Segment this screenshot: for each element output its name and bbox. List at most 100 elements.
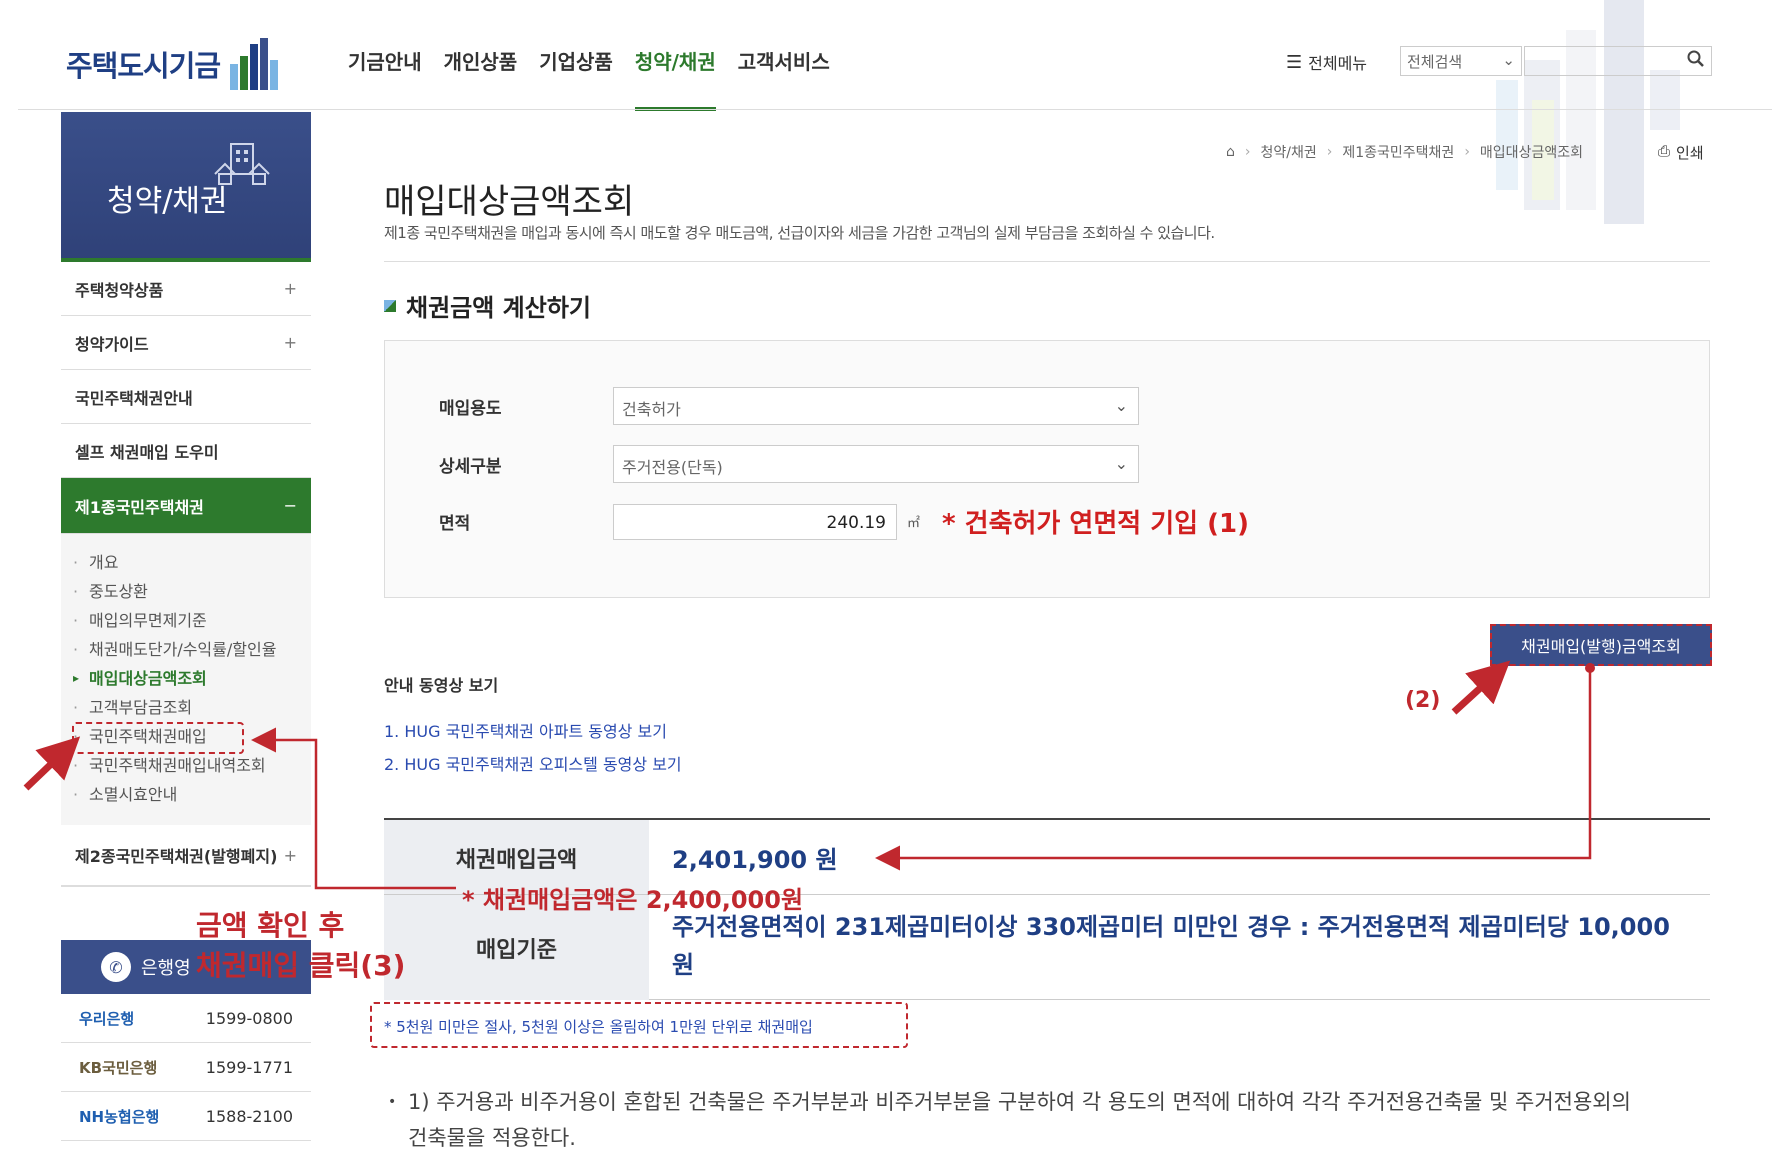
logo-mark-icon	[230, 38, 288, 90]
page-description: 제1종 국민주택채권을 매입과 동시에 즉시 매도할 경우 매도금액, 선급이자…	[384, 224, 1215, 242]
area-unit: ㎡	[907, 516, 921, 531]
basis-label: 매입기준	[476, 938, 557, 963]
hamburger-icon: ☰	[1286, 51, 1303, 73]
breadcrumb-item[interactable]: 제1종국민주택채권	[1342, 142, 1454, 162]
bank-phone: 1599-0800	[205, 1008, 293, 1028]
printer-icon: ⎙	[1658, 142, 1671, 160]
sidebar-item-subscription-guide[interactable]: 청약가이드 +	[61, 316, 311, 370]
woori-bank-logo: 우리은행	[79, 1009, 135, 1028]
all-menu-label: 전체메뉴	[1308, 54, 1368, 73]
bank-phone: 1588-2100	[205, 1106, 293, 1126]
sidebar-item-type1-bond[interactable]: 제1종국민주택채권 −	[61, 478, 311, 534]
annotation-area-note: * 건축허가 연면적 기입 (1)	[942, 509, 1249, 539]
section-title: 채권금액 계산하기	[384, 288, 591, 323]
search-icon[interactable]	[1687, 50, 1705, 72]
print-button[interactable]: ⎙ 인쇄	[1658, 142, 1704, 163]
sidebar-item-label: 제1종국민주택채권	[75, 497, 204, 517]
expand-icon[interactable]: +	[284, 846, 297, 865]
sidebar-menu: 주택청약상품 + 청약가이드 + 국민주택채권안내 셀프 채권매입 도우미 제1…	[61, 262, 311, 887]
kb-bank-logo: KB국민은행	[79, 1058, 158, 1077]
form-row-detail: 상세구분 주거전용(단독) ⌄	[439, 445, 1139, 483]
nav-corporate-products[interactable]: 기업상품	[539, 46, 613, 111]
video-link-apartment[interactable]: 1. HUG 국민주택채권 아파트 동영상 보기	[384, 718, 667, 742]
bank-contacts-title: 은행영	[141, 958, 191, 979]
sidebar-item-type2-bond[interactable]: 제2종국민주택채권(발행폐지) +	[61, 825, 311, 887]
nh-bank-logo: NH농협은행	[79, 1107, 160, 1126]
chevron-down-icon: ⌄	[1114, 396, 1128, 415]
search-scope-value: 전체검색	[1407, 53, 1463, 71]
submenu-item-overview[interactable]: 개요	[73, 548, 311, 577]
logo-text: 주택도시기금	[66, 49, 221, 83]
bank-phone: 1599-1771	[205, 1057, 293, 1077]
main-nav: 기금안내 개인상품 기업상품 청약/채권 고객서비스	[348, 46, 830, 111]
home-icon[interactable]: ⌂	[1226, 144, 1235, 160]
purpose-select[interactable]: 건축허가 ⌄	[613, 387, 1139, 425]
sidebar-submenu: 개요 중도상환 매입의무면제기준 채권매도단가/수익률/할인율 매입대상금액조회…	[61, 534, 311, 825]
form-row-purpose: 매입용도 건축허가 ⌄	[439, 387, 1139, 425]
submenu-item-purchase-amount-inquiry[interactable]: 매입대상금액조회	[73, 664, 311, 693]
site-logo[interactable]: 주택도시기금	[66, 38, 288, 90]
sidebar-item-housing-subscription[interactable]: 주택청약상품 +	[61, 262, 311, 316]
sidebar-item-label: 셀프 채권매입 도우미	[75, 442, 219, 462]
sidebar-item-label: 청약가이드	[75, 334, 149, 354]
video-guide-title: 안내 동영상 보기	[384, 676, 499, 695]
title-divider	[384, 261, 1710, 262]
nav-customer-service[interactable]: 고객서비스	[738, 46, 830, 111]
header-decoration	[1496, 0, 1686, 224]
sidebar-item-label: 제2종국민주택채권(발행폐지)	[75, 847, 278, 866]
chevron-down-icon: ⌄	[1502, 51, 1515, 69]
annotation-amount-note: * 채권매입금액은 2,400,000원	[462, 886, 804, 914]
amount-label: 채권매입금액	[455, 848, 578, 873]
collapse-icon[interactable]: −	[284, 496, 297, 515]
sidebar-banner: 청약/채권	[61, 112, 311, 262]
video-link-officetel[interactable]: 2. HUG 국민주택채권 오피스텔 동영상 보기	[384, 751, 682, 775]
annotation-step-3-line2: 채권매입 클릭(3)	[196, 949, 406, 982]
section-bullet-icon	[384, 299, 396, 312]
calc-form: 매입용도 건축허가 ⌄ 상세구분 주거전용(단독) ⌄ 면적 240.19 ㎡ …	[384, 340, 1710, 598]
nav-fund-info[interactable]: 기금안내	[348, 46, 422, 111]
header: 주택도시기금 기금안내 개인상품 기업상품 청약/채권 고객서비스 ☰ 전체메뉴…	[0, 0, 1772, 224]
bank-row-woori: 우리은행 1599-0800	[61, 994, 311, 1043]
expand-icon[interactable]: +	[284, 333, 297, 352]
sidebar-banner-title: 청약/채권	[107, 184, 228, 219]
print-label: 인쇄	[1676, 144, 1704, 162]
search-scope-select[interactable]: 전체검색 ⌄	[1400, 46, 1522, 76]
header-divider	[18, 109, 1772, 110]
submenu-item-customer-burden[interactable]: 고객부담금조회	[73, 693, 311, 722]
annotation-highlight-bond-purchase	[72, 722, 244, 754]
breadcrumb-separator: ›	[1326, 144, 1333, 160]
basis-value: 주거전용면적이 231제곱미터이상 330제곱미터 미만인 경우 : 주거전용면…	[672, 913, 1670, 979]
expand-icon[interactable]: +	[284, 279, 297, 298]
breadcrumb-item[interactable]: 매입대상금액조회	[1480, 142, 1583, 162]
purpose-select-value: 건축허가	[622, 400, 681, 419]
sidebar-item-self-bond-helper[interactable]: 셀프 채권매입 도우미	[61, 424, 311, 478]
nav-subscription-bonds[interactable]: 청약/채권	[634, 46, 716, 111]
area-input[interactable]: 240.19	[613, 503, 897, 540]
rounding-note: * 5천원 미만은 절사, 5천원 이상은 올림하여 1만원 단위로 채권매입	[370, 1002, 908, 1048]
sidebar-item-label: 주택청약상품	[75, 280, 164, 300]
annotation-step-3: 금액 확인 후 채권매입 클릭(3)	[196, 906, 405, 986]
phone-icon: ✆	[101, 952, 131, 982]
nav-personal-products[interactable]: 개인상품	[444, 46, 518, 111]
submenu-item-sell-price[interactable]: 채권매도단가/수익률/할인율	[73, 635, 311, 664]
amount-value: 2,401,900 원	[672, 846, 838, 874]
submenu-item-early-repayment[interactable]: 중도상환	[73, 577, 311, 606]
submenu-item-exemption-criteria[interactable]: 매입의무면제기준	[73, 606, 311, 635]
submenu-item-prescription[interactable]: 소멸시효안내	[73, 780, 311, 809]
all-menu-button[interactable]: ☰ 전체메뉴	[1286, 50, 1367, 74]
search-input[interactable]	[1524, 46, 1712, 76]
bank-row-nh: NH농협은행 1588-2100	[61, 1092, 311, 1141]
sidebar-item-label: 국민주택채권안내	[75, 388, 193, 408]
detail-select[interactable]: 주거전용(단독) ⌄	[613, 445, 1139, 483]
purpose-label: 매입용도	[439, 398, 502, 419]
breadcrumb-item[interactable]: 청약/채권	[1261, 142, 1317, 162]
annotation-step-2: (2)	[1405, 688, 1441, 713]
area-label: 면적	[439, 514, 471, 534]
detail-label: 상세구분	[439, 456, 502, 477]
sidebar-item-bond-info[interactable]: 국민주택채권안내	[61, 370, 311, 424]
breadcrumb: ⌂ › 청약/채권 › 제1종국민주택채권 › 매입대상금액조회	[1226, 142, 1583, 162]
page-title: 매입대상금액조회	[384, 182, 635, 222]
bond-purchase-query-button[interactable]: 채권매입(발행)금액조회	[1490, 624, 1712, 666]
submenu-item-purchase-history[interactable]: 국민주택채권매입내역조회	[73, 751, 311, 780]
annotation-step-3-line1: 금액 확인 후	[196, 909, 345, 942]
